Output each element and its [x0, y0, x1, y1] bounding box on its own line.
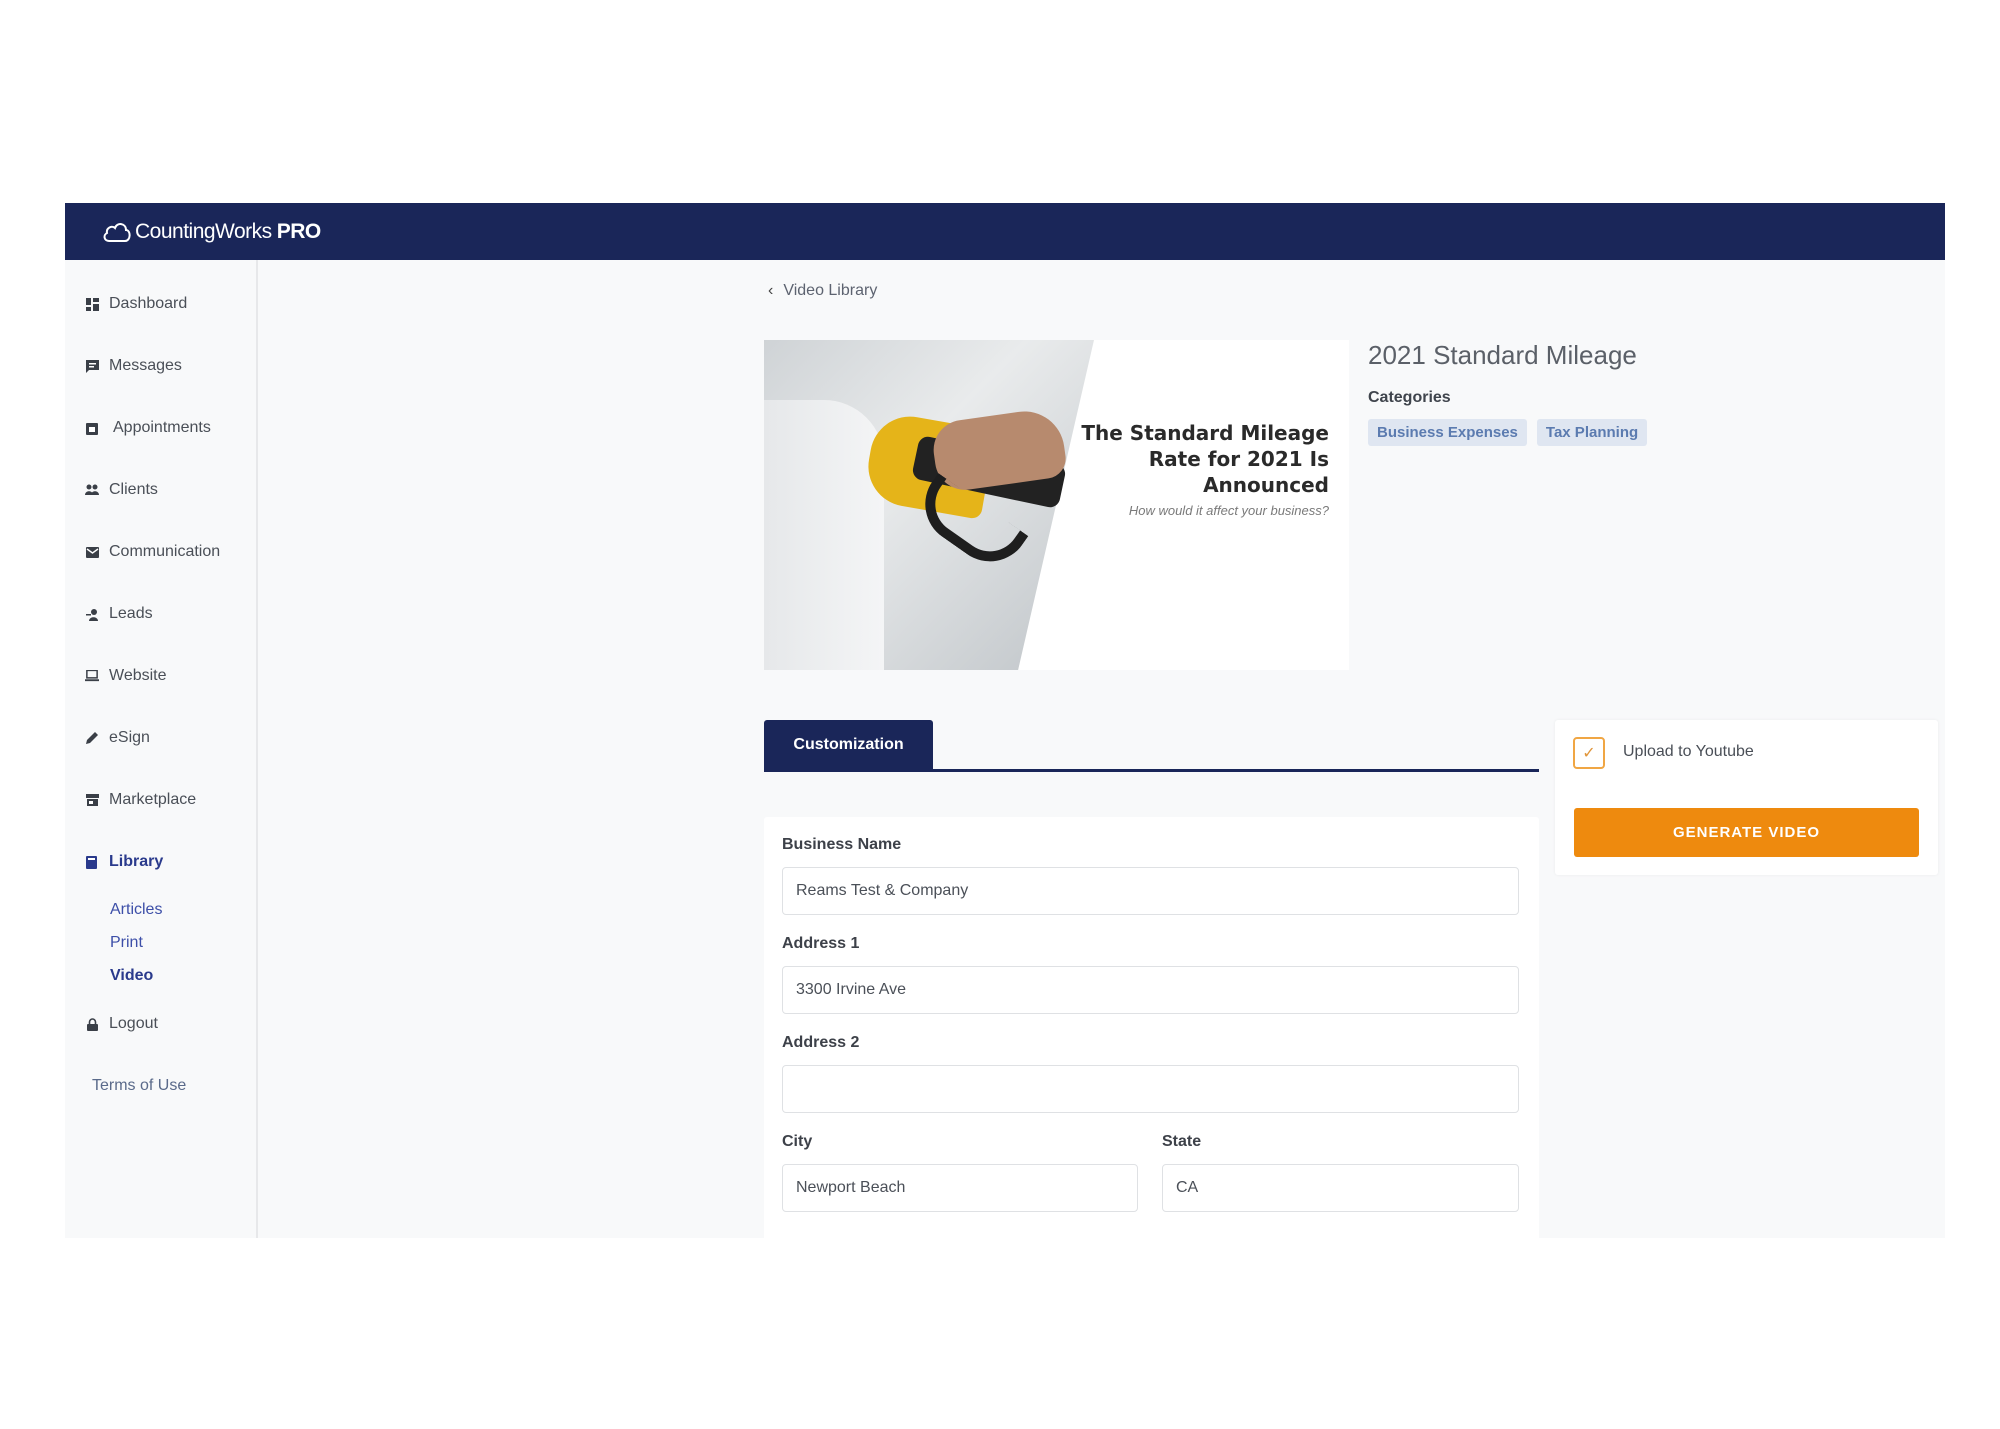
laptop-icon — [85, 669, 99, 683]
category-tags: Business Expenses Tax Planning — [1368, 419, 1648, 446]
sidebar: Dashboard Messages Appointments Clients … — [65, 260, 258, 1238]
sidebar-item-label: Website — [109, 667, 167, 684]
chevron-left-icon: ‹ — [768, 282, 774, 299]
sidebar-item-library[interactable]: Library — [85, 853, 163, 871]
sidebar-item-label: eSign — [109, 729, 150, 746]
address2-label: Address 2 — [782, 1034, 860, 1051]
sidebar-item-clients[interactable]: Clients — [85, 481, 158, 499]
sidebar-item-label: Logout — [109, 1015, 158, 1032]
category-tag[interactable]: Business Expenses — [1368, 419, 1527, 446]
publish-panel: ✓ Upload to Youtube GENERATE VIDEO — [1555, 720, 1938, 875]
sidebar-item-label: Appointments — [113, 419, 211, 436]
address2-field[interactable] — [782, 1065, 1519, 1113]
calendar-icon — [85, 421, 99, 435]
store-icon — [85, 793, 99, 807]
app-window: CountingWorks PRO Dashboard Messages App… — [65, 203, 1945, 1238]
thumbnail-headline: The Standard Mileage Rate for 2021 Is An… — [1081, 421, 1329, 497]
message-icon — [85, 359, 99, 373]
sidebar-item-label: Leads — [109, 605, 153, 622]
upload-youtube-label: Upload to Youtube — [1623, 743, 1754, 760]
sidebar-item-marketplace[interactable]: Marketplace — [85, 791, 196, 809]
sidebar-item-label: Clients — [109, 481, 158, 498]
sidebar-item-leads[interactable]: Leads — [85, 605, 153, 623]
state-field[interactable]: CA — [1162, 1164, 1519, 1212]
sidebar-item-label: Library — [109, 853, 164, 870]
business-name-label: Business Name — [782, 836, 902, 853]
users-icon — [85, 483, 99, 497]
top-bar: CountingWorks PRO — [65, 203, 1945, 260]
sidebar-item-label: Marketplace — [109, 791, 197, 808]
video-thumbnail: The Standard Mileage Rate for 2021 Is An… — [764, 340, 1349, 670]
lock-icon — [85, 1017, 99, 1031]
sidebar-item-website[interactable]: Website — [85, 667, 167, 685]
sidebar-subitem-articles[interactable]: Articles — [110, 901, 162, 919]
cloud-icon — [103, 222, 131, 242]
sidebar-item-label: Dashboard — [109, 295, 188, 312]
address1-label: Address 1 — [782, 935, 860, 952]
mail-icon — [85, 545, 99, 559]
city-label: City — [782, 1133, 813, 1150]
sidebar-item-logout[interactable]: Logout — [85, 1015, 158, 1033]
sidebar-subitem-print[interactable]: Print — [110, 934, 143, 952]
sidebar-item-label: Communication — [109, 543, 221, 560]
address1-field[interactable]: 3300 Irvine Ave — [782, 966, 1519, 1014]
breadcrumb[interactable]: ‹ Video Library — [768, 282, 877, 300]
leads-icon — [85, 607, 99, 621]
sidebar-item-dashboard[interactable]: Dashboard — [85, 295, 187, 313]
thumbnail-car — [764, 400, 884, 670]
sidebar-item-label: Messages — [109, 357, 182, 374]
video-title: 2021 Standard Mileage — [1368, 340, 1637, 370]
city-field[interactable]: Newport Beach — [782, 1164, 1138, 1212]
brand-name: CountingWorks — [135, 219, 272, 243]
pen-icon — [85, 731, 99, 745]
brand-logo[interactable]: CountingWorks PRO — [101, 217, 321, 247]
sidebar-item-messages[interactable]: Messages — [85, 357, 182, 375]
brand-suffix: PRO — [276, 219, 322, 243]
generate-video-button[interactable]: GENERATE VIDEO — [1574, 808, 1919, 857]
thumbnail-subtitle: How would it affect your business? — [1128, 503, 1329, 518]
checkmark-icon: ✓ — [1582, 745, 1596, 762]
sidebar-item-esign[interactable]: eSign — [85, 729, 150, 747]
business-name-field[interactable]: Reams Test & Company — [782, 867, 1519, 915]
category-tag[interactable]: Tax Planning — [1536, 419, 1648, 446]
sidebar-item-appointments[interactable]: Appointments — [85, 419, 211, 437]
state-label: State — [1162, 1133, 1202, 1150]
main-content: ‹ Video Library The Standard Mileage Rat… — [258, 260, 1945, 1238]
customization-form: Business Name Reams Test & Company Addre… — [764, 817, 1539, 1238]
sidebar-item-communication[interactable]: Communication — [85, 543, 220, 561]
tab-customization[interactable]: Customization — [764, 720, 933, 769]
book-icon — [85, 855, 99, 869]
sidebar-subitem-video[interactable]: Video — [110, 967, 153, 985]
dashboard-icon — [85, 297, 99, 311]
breadcrumb-back-label: Video Library — [783, 282, 878, 299]
categories-label: Categories — [1368, 389, 1451, 406]
tab-bar: Customization — [764, 720, 1539, 772]
upload-youtube-checkbox[interactable]: ✓ — [1573, 737, 1605, 769]
terms-of-use-link[interactable]: Terms of Use — [92, 1077, 186, 1095]
